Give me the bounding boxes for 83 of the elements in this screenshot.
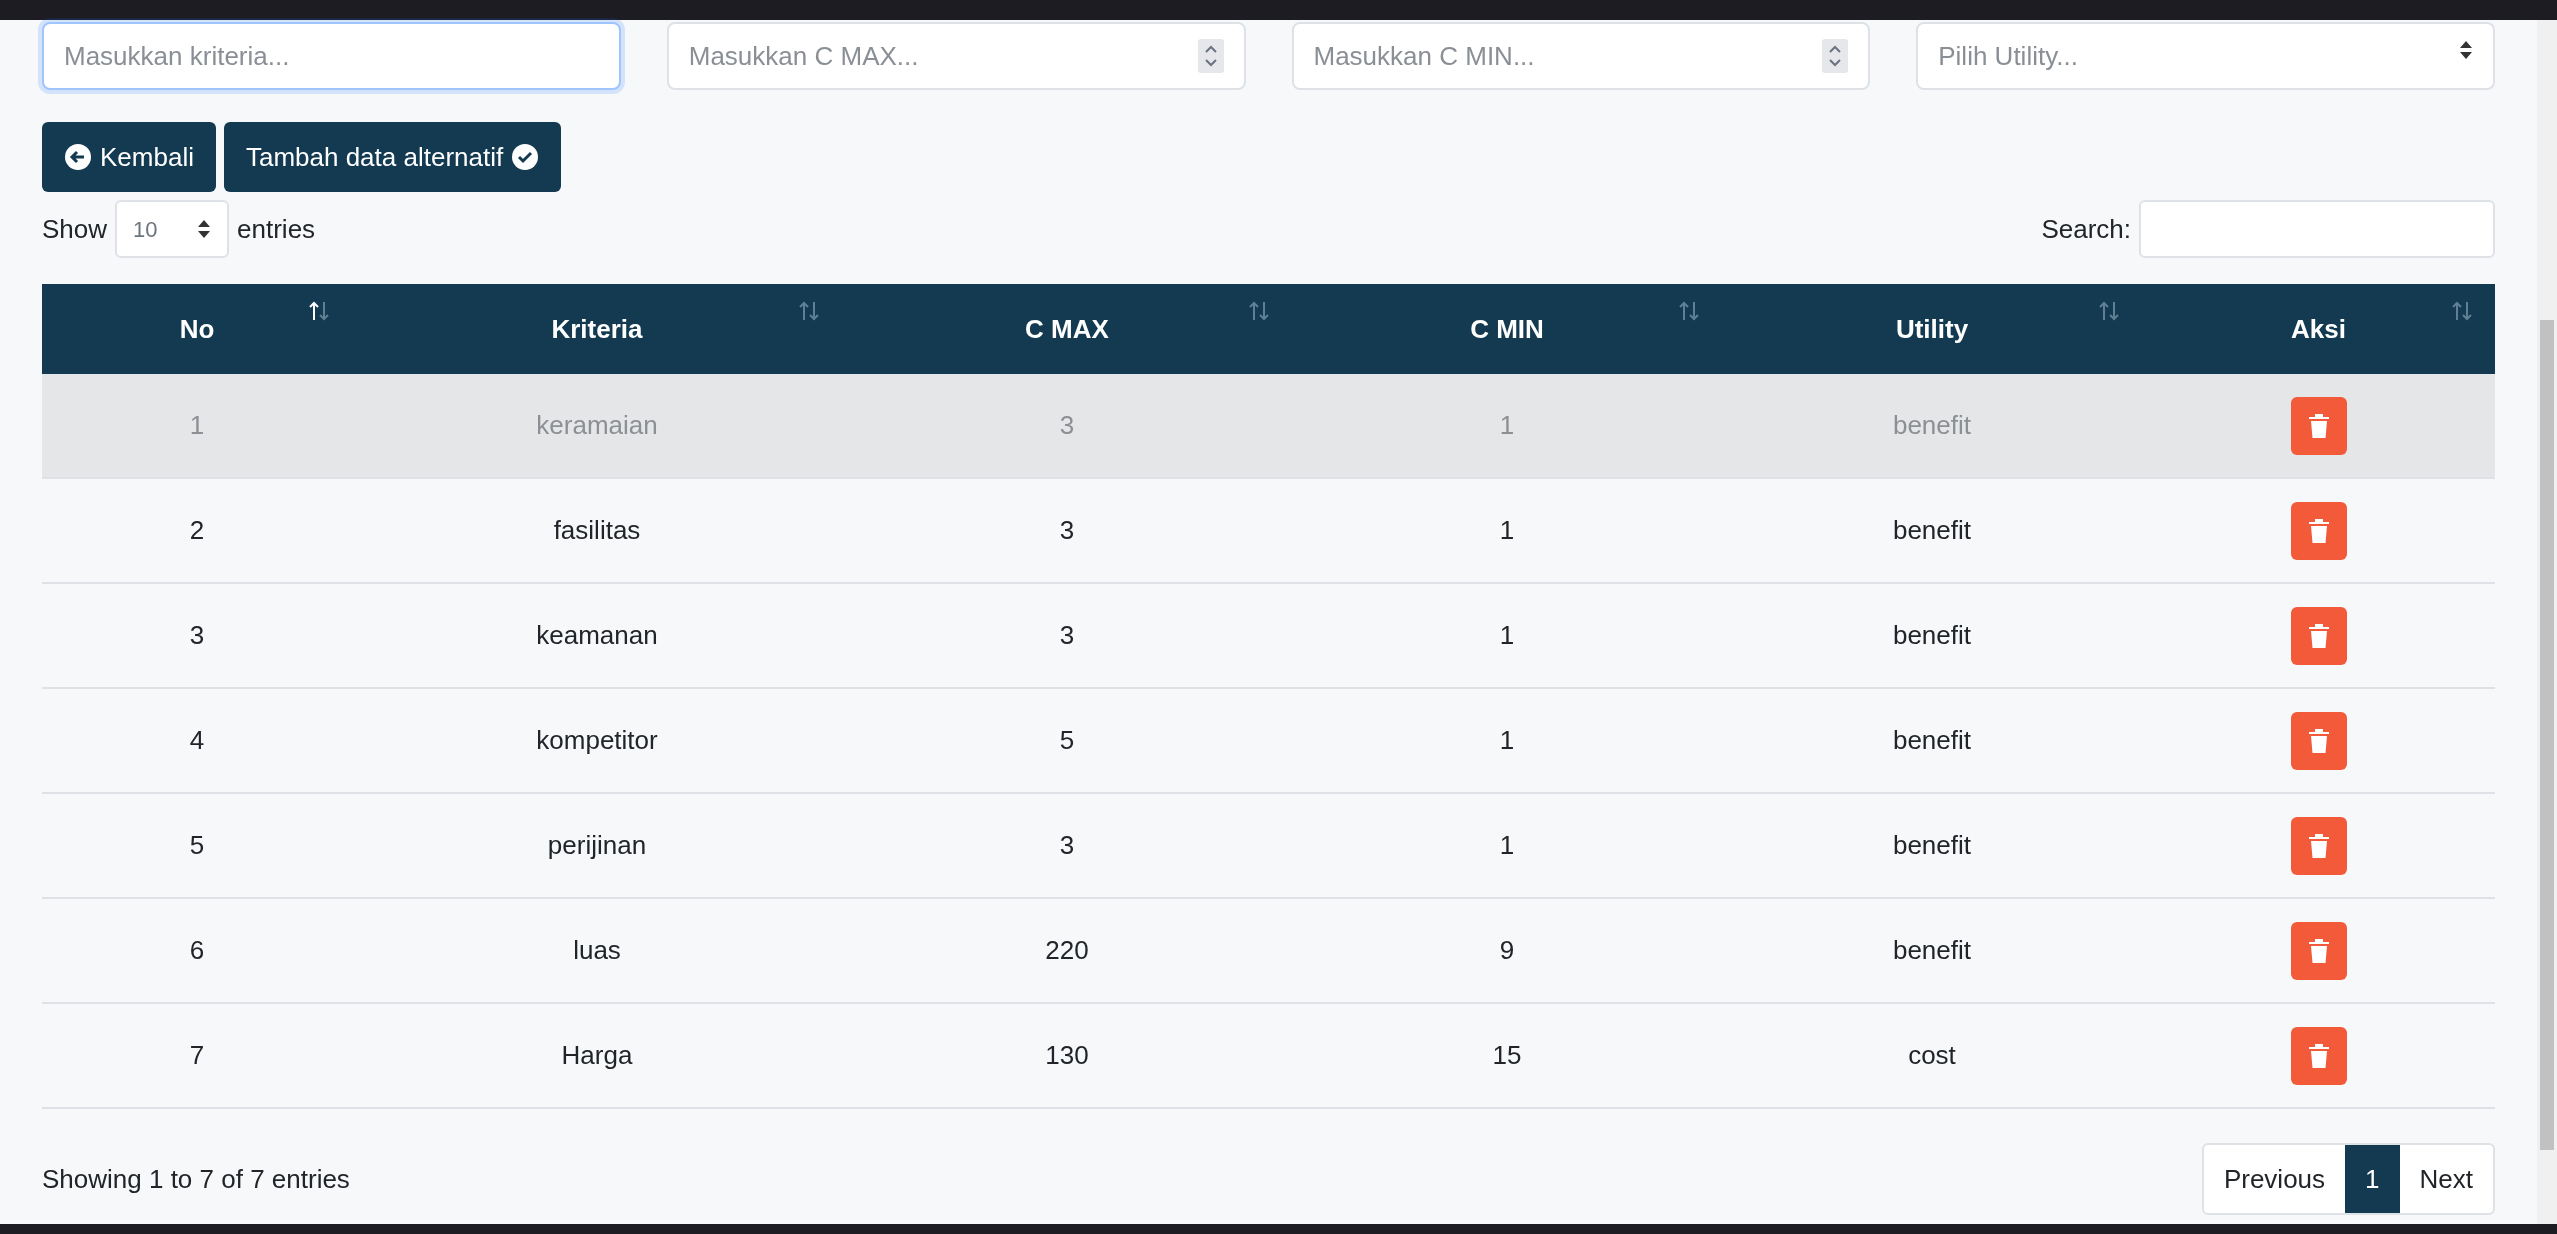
show-label: Show <box>42 212 108 246</box>
column-header[interactable]: Utility <box>1722 284 2142 374</box>
table-cell-text: keramaian <box>536 409 658 442</box>
column-header[interactable]: C MIN <box>1292 284 1722 374</box>
search-field[interactable] <box>2139 200 2495 258</box>
delete-button[interactable] <box>2290 396 2347 455</box>
caret-icon <box>2459 39 2473 61</box>
select-field[interactable]: Pilih Utility... <box>1916 22 2495 90</box>
sort-icon <box>798 300 820 322</box>
entries-label: entries <box>237 212 316 246</box>
table-cell-text: 4 <box>189 724 205 757</box>
page-button[interactable]: Next <box>2399 1145 2493 1213</box>
spinner-icon[interactable] <box>1822 39 1849 73</box>
table-cell-text: benefit <box>1892 619 1972 652</box>
column-header[interactable]: C MAX <box>842 284 1292 374</box>
column-header[interactable]: No <box>42 284 352 374</box>
trash-icon <box>2307 517 2330 544</box>
table-cell-text: cost <box>1908 1039 1956 1072</box>
sort-icon <box>308 300 330 322</box>
table-cell-text: 1 <box>189 409 205 442</box>
sort-icon <box>2098 300 2120 322</box>
scrollbar[interactable] <box>2537 20 2557 1224</box>
arrow-left-icon <box>64 143 92 171</box>
back-button[interactable]: Kembali <box>42 122 216 192</box>
trash-icon <box>2307 727 2330 754</box>
table-cell-text: luas <box>573 934 621 967</box>
table-cell-text: fasilitas <box>553 514 641 547</box>
trash-icon <box>2307 832 2330 859</box>
table-info: Showing 1 to 7 of 7 entries <box>42 1162 350 1196</box>
page-button[interactable]: Previous <box>2203 1145 2346 1213</box>
input-field[interactable]: Masukkan C MIN... <box>1291 22 1871 90</box>
table-cell-text: 1 <box>1499 724 1515 757</box>
table-cell-text: 3 <box>1059 409 1075 442</box>
entries-select[interactable]: 10 <box>115 200 230 258</box>
table-cell-text: 3 <box>1059 829 1075 862</box>
delete-button[interactable] <box>2290 1026 2347 1085</box>
table-cell-text: kompetitor <box>536 724 658 757</box>
table-cell-text: 3 <box>1059 619 1075 652</box>
table-cell-text: 1 <box>1499 829 1515 862</box>
table-cell-text: 15 <box>1492 1039 1522 1072</box>
column-header[interactable]: Kriteria <box>352 284 842 374</box>
trash-icon <box>2307 622 2330 649</box>
trash-icon <box>2307 412 2330 439</box>
table-cell-text: 9 <box>1499 934 1515 967</box>
delete-button[interactable] <box>2290 606 2347 665</box>
trash-icon <box>2307 1042 2330 1069</box>
delete-button[interactable] <box>2290 501 2347 560</box>
table-cell-text: keamanan <box>536 619 658 652</box>
table-cell-text: Harga <box>561 1039 633 1072</box>
table-cell-text: 1 <box>1499 619 1515 652</box>
table-cell-text: perijinan <box>547 829 647 862</box>
table-cell-text: 2 <box>189 514 205 547</box>
table-cell-text: 1 <box>1499 514 1515 547</box>
page-button[interactable]: 1 <box>2345 1145 2400 1213</box>
table-cell-text: 1 <box>1499 409 1515 442</box>
check-circle-icon <box>511 143 540 171</box>
spinner-icon[interactable] <box>1197 39 1224 73</box>
input-field[interactable]: Masukkan C MAX... <box>666 22 1246 90</box>
sort-icon <box>1678 300 1700 322</box>
table-cell-text: benefit <box>1892 934 1972 967</box>
table-cell-text: 5 <box>189 829 205 862</box>
table-cell-text: benefit <box>1892 409 1972 442</box>
table-cell-text: 3 <box>1059 514 1075 547</box>
table-cell-text: benefit <box>1892 514 1972 547</box>
add-button[interactable]: Tambah data alternatif <box>223 122 562 192</box>
search-label: Search: <box>2041 212 2131 246</box>
table-cell-text: 7 <box>189 1039 205 1072</box>
table-cell-text: 5 <box>1059 724 1075 757</box>
column-header[interactable]: Aksi <box>2142 284 2495 374</box>
table-cell-text: 3 <box>189 619 205 652</box>
table-cell-text: 130 <box>1045 1039 1089 1072</box>
trash-icon <box>2307 937 2330 964</box>
table-cell-text: 220 <box>1045 934 1089 967</box>
table-cell-text: 6 <box>189 934 205 967</box>
sort-icon <box>2451 300 2473 322</box>
delete-button[interactable] <box>2290 711 2347 770</box>
sort-icon <box>1248 300 1270 322</box>
table-cell-text: benefit <box>1892 829 1972 862</box>
input-field[interactable]: Masukkan kriteria... <box>42 22 621 90</box>
caret-icon <box>197 218 212 240</box>
delete-button[interactable] <box>2290 921 2347 980</box>
table-cell-text: benefit <box>1892 724 1972 757</box>
delete-button[interactable] <box>2290 816 2347 875</box>
